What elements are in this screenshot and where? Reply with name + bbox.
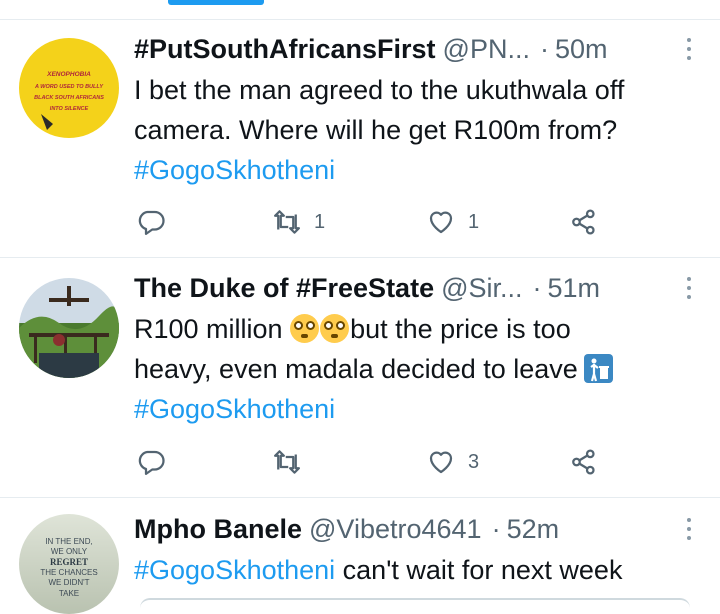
avatar-text-line: IN THE END,	[45, 537, 92, 546]
separator-dot: ·	[539, 33, 549, 64]
share-button[interactable]	[569, 202, 599, 242]
avatar-text-line: INTO SILENCE	[50, 106, 89, 112]
reply-button[interactable]	[136, 202, 166, 242]
tweet-text-line: heavy, even madala decided to leave	[134, 349, 704, 389]
more-icon[interactable]	[686, 518, 692, 540]
put-litter-in-its-place-emoji	[583, 354, 613, 383]
display-name[interactable]: #PutSouthAfricansFirst	[134, 34, 436, 65]
tweet-text-segment: heavy, even madala decided to leave	[134, 354, 578, 384]
share-icon	[572, 449, 595, 475]
reply-icon	[138, 450, 165, 475]
reply-button[interactable]	[136, 442, 166, 482]
retweet-count: 1	[314, 210, 326, 233]
avatar-text-line: BLACK SOUTH AFRICANS	[34, 95, 104, 101]
avatar[interactable]: XENOPHOBIA A WORD USED TO BULLY BLACK SO…	[19, 38, 119, 138]
like-count: 3	[468, 450, 480, 473]
timestamp[interactable]: 52m	[507, 514, 560, 545]
retweet-icon	[274, 210, 300, 234]
tweet-text-segment: but the price is too	[350, 314, 571, 344]
tweet-text: I bet the man agreed to the ukuthwala of…	[134, 70, 704, 190]
heart-icon	[429, 211, 453, 234]
tweet[interactable]: XENOPHOBIA A WORD USED TO BULLY BLACK SO…	[0, 20, 720, 258]
media-card[interactable]	[140, 598, 690, 608]
hashtag-link[interactable]: #GogoSkhotheni	[134, 389, 704, 429]
tweet-text: R100 million but the price is too heavy,…	[134, 309, 704, 429]
tweet-actions: 3	[136, 442, 616, 482]
tweet-text-line: I bet the man agreed to the ukuthwala of…	[134, 75, 625, 105]
avatar-text-line: REGRET	[50, 557, 88, 567]
tweet-text-line: R100 million but the price is too	[134, 309, 704, 349]
avatar-text-line: WE DIDN'T	[48, 578, 89, 587]
avatar-text-line: THE CHANCES	[40, 568, 97, 577]
share-button[interactable]	[569, 442, 599, 482]
tweet-text-segment: can't wait for next week	[335, 555, 623, 585]
retweet-button[interactable]	[272, 442, 302, 482]
tweet-text: #GogoSkhotheni can't wait for next week	[134, 550, 704, 590]
separator-dot: ·	[491, 513, 501, 544]
avatar-text-line: A WORD USED TO BULLY	[34, 84, 104, 90]
tweet-header: The Duke of #FreeState @Sir... · 51m	[134, 271, 600, 305]
avatar-text-line: TAKE	[59, 589, 79, 598]
avatar-text-line: XENOPHOBIA	[46, 71, 91, 78]
retweet-icon	[274, 450, 300, 474]
tweet-header: Mpho Banele @Vibetro4641 · 52m	[134, 512, 559, 546]
tweet[interactable]: The Duke of #FreeState @Sir... · 51m R10…	[0, 258, 720, 498]
like-button[interactable]: 3	[426, 442, 479, 482]
tweet-actions: 1 1	[136, 202, 616, 242]
separator-dot: ·	[532, 272, 542, 303]
more-icon[interactable]	[686, 277, 692, 299]
user-handle[interactable]: @PN...	[443, 34, 530, 65]
tweet[interactable]: IN THE END, WE ONLY REGRET THE CHANCES W…	[0, 498, 720, 614]
user-handle[interactable]: @Vibetro4641	[309, 514, 482, 545]
top-tab-bar	[0, 0, 720, 20]
like-button[interactable]: 1	[426, 202, 479, 242]
retweet-button[interactable]: 1	[272, 202, 325, 242]
like-count: 1	[468, 210, 480, 233]
avatar[interactable]: IN THE END, WE ONLY REGRET THE CHANCES W…	[19, 514, 119, 614]
display-name[interactable]: The Duke of #FreeState	[134, 273, 434, 304]
active-tab-indicator	[168, 0, 264, 5]
avatar[interactable]	[19, 278, 119, 378]
flushed-face-emoji	[290, 314, 320, 343]
tweet-header: #PutSouthAfricansFirst @PN... · 50m	[134, 32, 608, 66]
flushed-face-emoji	[320, 314, 350, 343]
heart-icon	[429, 451, 453, 474]
tweet-text-line: camera. Where will he get R100m from?	[134, 115, 618, 145]
timestamp[interactable]: 51m	[548, 273, 601, 304]
avatar-text-line: WE ONLY	[51, 547, 88, 556]
share-icon	[572, 209, 595, 235]
timestamp[interactable]: 50m	[555, 34, 608, 65]
display-name[interactable]: Mpho Banele	[134, 514, 302, 545]
user-handle[interactable]: @Sir...	[441, 273, 522, 304]
more-icon[interactable]	[686, 38, 692, 60]
reply-icon	[138, 210, 165, 235]
hashtag-link[interactable]: #GogoSkhotheni	[134, 555, 335, 585]
tweet-text-segment: R100 million	[134, 314, 291, 344]
hashtag-link[interactable]: #GogoSkhotheni	[134, 150, 704, 190]
